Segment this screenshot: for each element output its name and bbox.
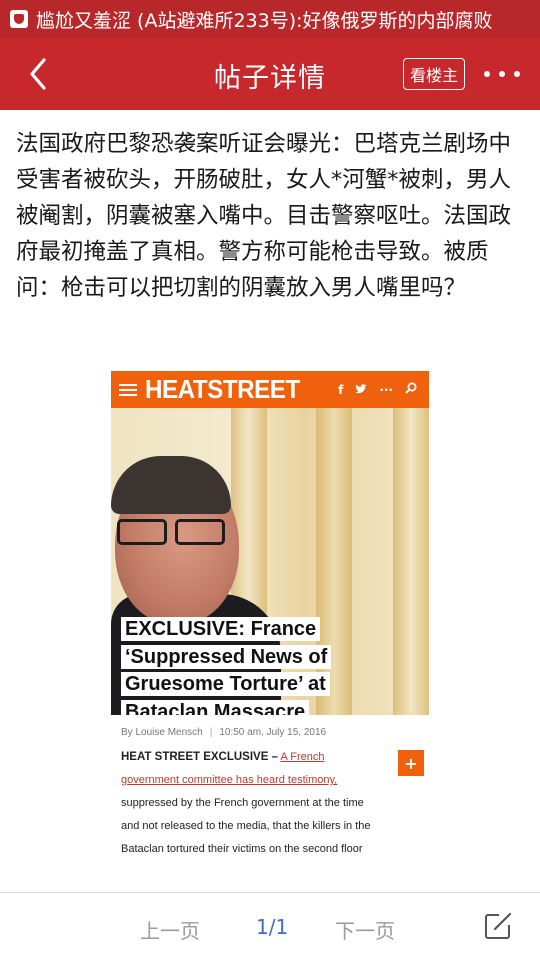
app-notification-icon xyxy=(10,10,28,28)
twitter-icon xyxy=(355,383,367,397)
view-op-only-button[interactable]: 看楼主 xyxy=(403,58,465,90)
article-social-icons: f ··· xyxy=(338,382,429,397)
notification-ticker-text: 尴尬又羞涩 (A站避难所233号):好像俄罗斯的内部腐败 xyxy=(36,9,493,32)
more-dots-icon[interactable] xyxy=(484,60,520,88)
article-body: HEAT STREET EXCLUSIVE – A French governm… xyxy=(111,738,429,859)
article-plus-button: + xyxy=(398,750,424,776)
notification-bar[interactable]: 尴尬又羞涩 (A站避难所233号):好像俄罗斯的内部腐败 xyxy=(0,0,540,38)
post-body-text: 法国政府巴黎恐袭案听证会曝光：巴塔克兰剧场中受害者被砍头，开肠破肚，女人*河蟹*… xyxy=(16,131,512,301)
page-indicator[interactable]: 1/1 xyxy=(256,915,288,939)
next-page-button[interactable]: 下一页 xyxy=(335,915,395,944)
facebook-icon: f xyxy=(338,382,344,397)
prev-page-button[interactable]: 上一页 xyxy=(140,915,200,944)
edit-icon[interactable] xyxy=(482,910,514,942)
glasses-shape xyxy=(117,519,225,545)
header-bar: 帖子详情 看楼主 xyxy=(0,38,540,110)
article-body-text: suppressed by the French government at t… xyxy=(121,797,371,855)
pagination-bar: 上一页 1/1 下一页 xyxy=(0,892,540,960)
article-byline: By Louise Mensch | 10:50 am, July 15, 2016 xyxy=(121,727,327,738)
byline-author: By Louise Mensch xyxy=(121,727,203,738)
search-icon xyxy=(405,382,417,397)
article-lead: HEAT STREET EXCLUSIVE – xyxy=(121,751,278,763)
article-photo: EXCLUSIVE: France ‘Suppressed News of Gr… xyxy=(111,408,429,715)
post-image[interactable]: HEATSTREET f ··· EXCLUSIVE: France ‘Supp… xyxy=(111,371,429,859)
article-headline: EXCLUSIVE: France ‘Suppressed News of Gr… xyxy=(121,616,361,715)
headline-line: EXCLUSIVE: France xyxy=(121,617,321,641)
heatstreet-logo: HEATSTREET xyxy=(145,374,300,404)
hamburger-icon xyxy=(119,383,137,396)
headline-line: Bataclan Massacre xyxy=(121,699,310,715)
more-icon: ··· xyxy=(379,382,393,397)
headline-line: ‘Suppressed News of xyxy=(121,644,332,669)
article-header: HEATSTREET f ··· xyxy=(111,371,429,408)
headline-line: Gruesome Torture’ at xyxy=(121,672,330,696)
byline-time: 10:50 am, July 15, 2016 xyxy=(219,727,327,738)
